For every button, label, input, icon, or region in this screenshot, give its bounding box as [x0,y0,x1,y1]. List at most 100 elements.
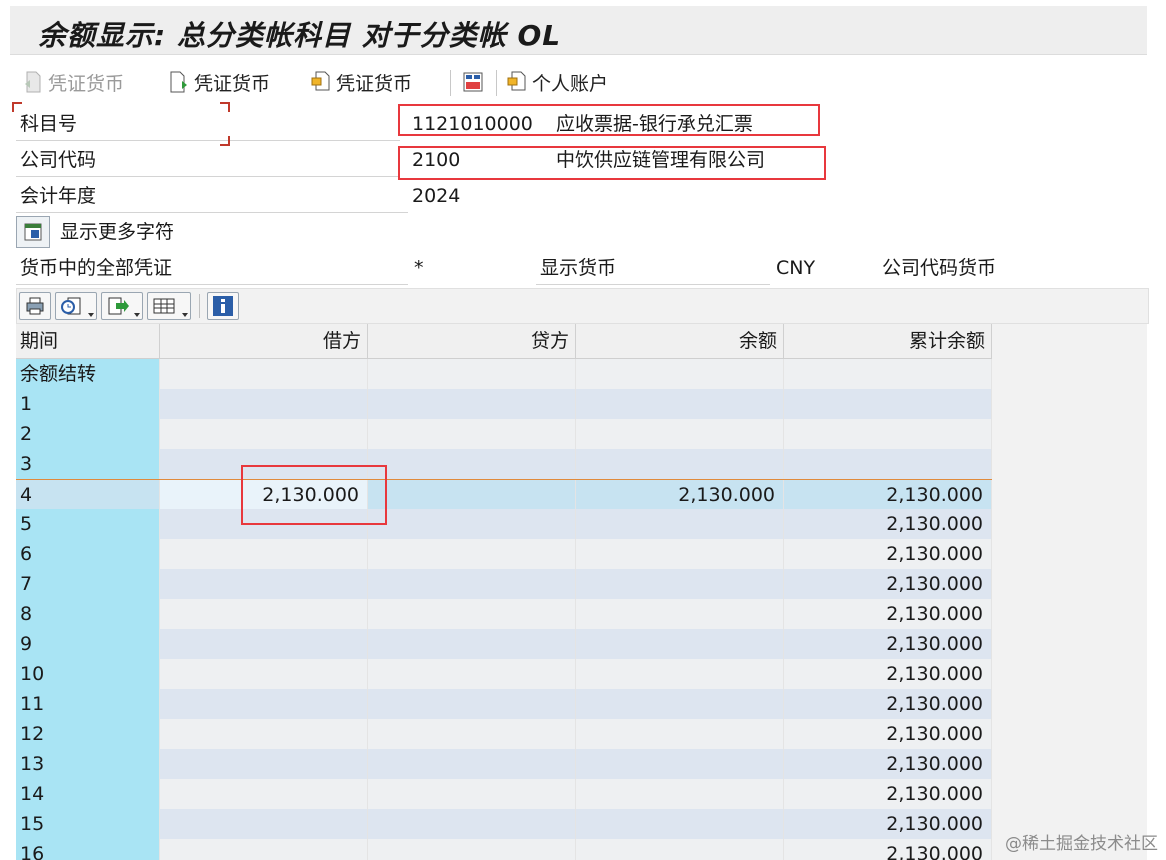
document-currency-button-forward[interactable]: 凭证货币 [168,68,270,96]
cell-cumulative[interactable]: 2,130.000 [784,539,992,569]
table-row[interactable]: 余额结转 [16,359,992,389]
cell-cumulative[interactable]: 2,130.000 [784,480,992,510]
cell-cumulative[interactable] [784,419,992,449]
table-row[interactable]: 15 2,130.000 [16,809,992,839]
cell-balance[interactable] [576,719,784,749]
cell-credit[interactable] [368,719,576,749]
table-row[interactable]: 2 [16,419,992,449]
all-documents-value[interactable]: * [414,252,424,284]
cell-balance[interactable] [576,359,784,389]
cell-period[interactable]: 9 [16,629,160,659]
cell-balance[interactable] [576,419,784,449]
display-currency-value[interactable]: CNY [776,252,815,284]
cell-period[interactable]: 12 [16,719,160,749]
table-row[interactable]: 16 2,130.000 [16,839,992,860]
cell-balance[interactable] [576,689,784,719]
cell-balance[interactable] [576,599,784,629]
cell-balance[interactable] [576,659,784,689]
table-row[interactable]: 12 2,130.000 [16,719,992,749]
fiscal-year-value[interactable]: 2024 [412,180,460,212]
cell-credit[interactable] [368,809,576,839]
cell-debit[interactable] [160,809,368,839]
cell-cumulative[interactable] [784,449,992,479]
cell-debit[interactable] [160,389,368,419]
cell-balance[interactable] [576,509,784,539]
table-row[interactable]: 4 2,130.000 2,130.000 2,130.000 [16,479,992,510]
cell-balance[interactable] [576,389,784,419]
cell-balance[interactable] [576,629,784,659]
table-row[interactable]: 10 2,130.000 [16,659,992,689]
table-row[interactable]: 8 2,130.000 [16,599,992,629]
cell-cumulative[interactable]: 2,130.000 [784,629,992,659]
cell-debit[interactable] [160,629,368,659]
export-dropdown-button[interactable] [101,292,143,320]
cell-credit[interactable] [368,749,576,779]
cell-debit[interactable] [160,569,368,599]
table-row[interactable]: 5 2,130.000 [16,509,992,539]
cell-cumulative[interactable]: 2,130.000 [784,719,992,749]
cell-cumulative[interactable]: 2,130.000 [784,659,992,689]
cell-cumulative[interactable]: 2,130.000 [784,689,992,719]
cell-period[interactable]: 5 [16,509,160,539]
cell-debit[interactable] [160,659,368,689]
layout-dropdown-button[interactable] [147,292,191,320]
cell-cumulative[interactable]: 2,130.000 [784,749,992,779]
cell-balance[interactable] [576,749,784,779]
cell-period[interactable]: 2 [16,419,160,449]
cell-cumulative[interactable]: 2,130.000 [784,509,992,539]
cell-balance[interactable] [576,569,784,599]
cell-credit[interactable] [368,359,576,389]
cell-debit[interactable] [160,779,368,809]
table-row[interactable]: 11 2,130.000 [16,689,992,719]
table-row[interactable]: 7 2,130.000 [16,569,992,599]
cell-period[interactable]: 16 [16,839,160,860]
cell-credit[interactable] [368,779,576,809]
more-characters-button[interactable] [16,216,50,248]
column-header-period[interactable]: 期间 [16,324,160,358]
cell-credit[interactable] [368,689,576,719]
cell-balance[interactable] [576,779,784,809]
cell-balance[interactable] [576,839,784,860]
cell-period[interactable]: 余额结转 [16,359,160,389]
table-row[interactable]: 13 2,130.000 [16,749,992,779]
cell-period[interactable]: 4 [16,480,160,510]
cell-debit[interactable] [160,839,368,860]
cell-debit[interactable] [160,689,368,719]
column-header-credit[interactable]: 贷方 [368,324,576,358]
cell-cumulative[interactable]: 2,130.000 [784,569,992,599]
info-button[interactable] [207,292,239,320]
cell-credit[interactable] [368,509,576,539]
cell-period[interactable]: 14 [16,779,160,809]
cell-period[interactable]: 8 [16,599,160,629]
column-header-balance[interactable]: 余额 [576,324,784,358]
table-row[interactable]: 3 [16,449,992,479]
column-header-cumulative[interactable]: 累计余额 [784,324,992,358]
cell-balance[interactable] [576,809,784,839]
cell-debit[interactable] [160,539,368,569]
cell-period[interactable]: 1 [16,389,160,419]
cell-cumulative[interactable]: 2,130.000 [784,599,992,629]
cell-debit[interactable] [160,749,368,779]
cell-period[interactable]: 6 [16,539,160,569]
cell-period[interactable]: 13 [16,749,160,779]
cell-credit[interactable] [368,569,576,599]
table-row[interactable]: 6 2,130.000 [16,539,992,569]
column-header-debit[interactable]: 借方 [160,324,368,358]
cell-credit[interactable] [368,659,576,689]
cell-balance[interactable] [576,539,784,569]
document-currency-button-folder[interactable]: 凭证货币 [310,68,412,96]
cell-debit[interactable] [160,359,368,389]
cell-debit[interactable] [160,599,368,629]
table-row[interactable]: 9 2,130.000 [16,629,992,659]
cell-period[interactable]: 3 [16,449,160,479]
document-currency-button-disabled[interactable]: 凭证货币 [22,68,124,96]
print-button[interactable] [19,292,51,320]
cell-cumulative[interactable]: 2,130.000 [784,809,992,839]
cell-credit[interactable] [368,599,576,629]
cell-cumulative[interactable] [784,359,992,389]
cell-debit[interactable] [160,719,368,749]
cell-credit[interactable] [368,480,576,510]
cell-credit[interactable] [368,839,576,860]
cell-cumulative[interactable]: 2,130.000 [784,839,992,860]
cell-credit[interactable] [368,629,576,659]
